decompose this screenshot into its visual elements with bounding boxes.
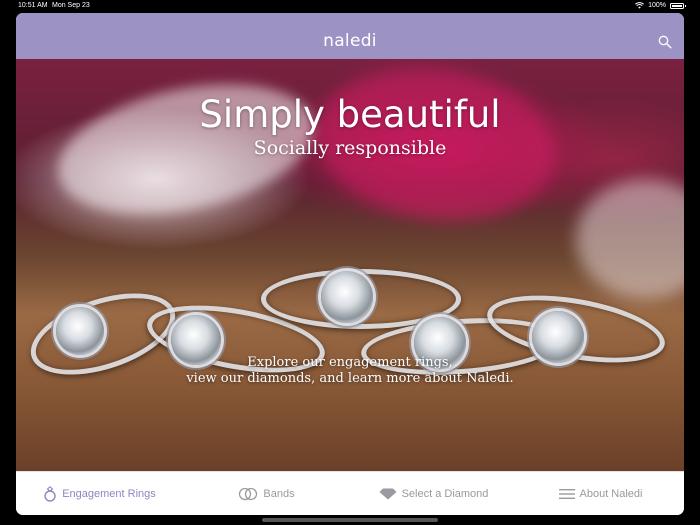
top-nav-bar: naledi xyxy=(16,13,684,59)
status-bar: 10:51 AM Mon Sep 23 100% xyxy=(0,0,700,12)
ring-icon xyxy=(44,485,56,502)
lily-petal-decoration xyxy=(576,179,684,299)
status-time: 10:51 AM xyxy=(18,2,48,9)
bottom-tab-bar: Engagement Rings Bands Select a Diamond … xyxy=(16,471,684,515)
wifi-icon xyxy=(635,2,645,9)
hero-headline: Simply beautiful xyxy=(199,93,501,136)
tab-select-diamond[interactable]: Select a Diamond xyxy=(350,472,517,515)
tab-label: Select a Diamond xyxy=(401,487,489,500)
hero-description-line: Explore our engagement rings, xyxy=(247,355,453,370)
hero-description: Explore our engagement rings, view our d… xyxy=(16,355,684,387)
tab-label: About Naledi xyxy=(579,487,643,500)
bands-icon xyxy=(239,487,258,500)
diamond-icon xyxy=(379,488,397,499)
hero-subline: Socially responsible xyxy=(253,137,447,159)
battery-percent: 100% xyxy=(648,2,666,9)
diamond-stone xyxy=(56,307,104,355)
menu-icon xyxy=(558,488,575,499)
tab-bands[interactable]: Bands xyxy=(183,472,350,515)
home-indicator[interactable] xyxy=(262,518,438,522)
tab-engagement-rings[interactable]: Engagement Rings xyxy=(16,472,183,515)
hero-description-line: view our diamonds, and learn more about … xyxy=(186,371,514,386)
tab-about-naledi[interactable]: About Naledi xyxy=(517,472,684,515)
app-window: naledi Simply beautiful Socially respons… xyxy=(16,13,684,515)
status-date: Mon Sep 23 xyxy=(52,2,90,9)
search-icon[interactable] xyxy=(658,35,672,49)
brand-logo[interactable]: naledi xyxy=(16,31,684,51)
tab-label: Bands xyxy=(263,487,295,500)
tab-label: Engagement Rings xyxy=(62,487,156,500)
diamond-stone xyxy=(321,271,373,323)
status-indicators: 100% xyxy=(635,2,686,9)
battery-icon xyxy=(670,2,686,9)
